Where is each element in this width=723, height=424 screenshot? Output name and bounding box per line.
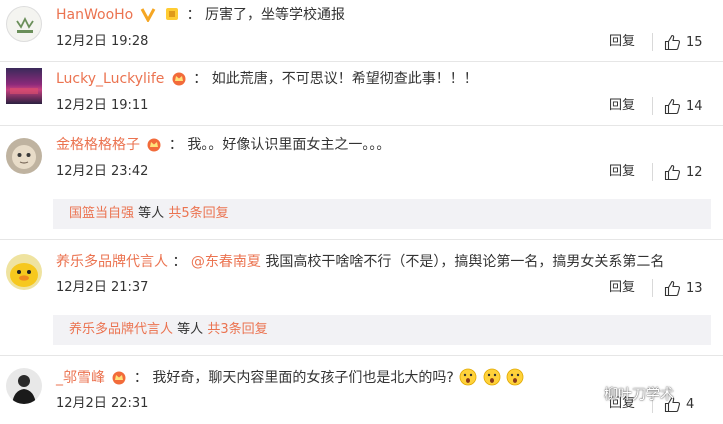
duck-avatar-icon	[10, 263, 38, 287]
watermark: 柳叶刀学术	[580, 384, 674, 404]
reply-button[interactable]: 回复	[609, 280, 635, 296]
divider	[0, 125, 723, 126]
action-separator	[652, 163, 653, 181]
watermark-text: 柳叶刀学术	[604, 387, 674, 403]
like-count: 4	[686, 396, 695, 412]
gold-badge-icon	[166, 8, 179, 20]
username-link[interactable]: 养乐多品牌代言人	[56, 254, 168, 270]
face-avatar-icon	[12, 145, 36, 169]
reply-button[interactable]: 回复	[609, 98, 635, 114]
avatar[interactable]	[6, 68, 42, 104]
comment-header: HanWooHo ： 厉害了，坐等学校通报	[56, 6, 345, 24]
comment-time: 12月2日 22:31	[56, 396, 149, 411]
action-separator	[652, 279, 653, 297]
colon: ：	[133, 370, 148, 386]
comment-header: 养乐多品牌代言人 ： @东春南夏 我国高校干啥啥不行（不是），搞舆论第一名，搞男…	[56, 253, 664, 271]
colon: ：	[168, 137, 183, 153]
comment-header: Lucky_Luckylife ： 如此荒唐，不可思议！希望彻查此事！！！	[56, 70, 478, 88]
like-button[interactable]: 14	[664, 97, 703, 115]
comment-header: 金格格格格子 ： 我。。好像认识里面女主之一。。。	[56, 136, 390, 154]
wechat-icon	[580, 385, 600, 403]
username-link[interactable]: _邬雪峰	[56, 370, 105, 386]
comment-text: 我国高校干啥啥不行（不是），搞舆论第一名，搞男女关系第二名	[265, 254, 665, 270]
avatar[interactable]	[6, 6, 42, 42]
scene-avatar-icon	[10, 88, 38, 94]
thumbs-up-icon	[664, 34, 681, 50]
vip-crown-icon	[172, 72, 186, 86]
thumbs-up-icon	[664, 280, 681, 296]
action-separator	[652, 33, 653, 51]
sub-replies-box[interactable]: 养乐多品牌代言人 等人 共3条回复	[53, 315, 711, 345]
sub-reply-text: 等人	[138, 206, 165, 221]
avatar[interactable]	[6, 138, 42, 174]
colon: ：	[186, 7, 201, 23]
thumbs-up-icon	[664, 98, 681, 114]
username-link[interactable]: Lucky_Luckylife	[56, 71, 164, 87]
sub-reply-count-link[interactable]: 共5条回复	[168, 206, 228, 221]
wow-emoji-icon	[506, 368, 524, 386]
like-button[interactable]: 15	[664, 33, 703, 51]
comment-time: 12月2日 23:42	[56, 164, 149, 179]
comment-text: 厉害了，坐等学校通报	[205, 7, 346, 23]
avatar[interactable]	[6, 254, 42, 290]
sub-reply-count-link[interactable]: 共3条回复	[207, 322, 267, 337]
sub-replies-box[interactable]: 国篮当自强 等人 共5条回复	[53, 199, 711, 229]
like-button[interactable]: 12	[664, 163, 703, 181]
reply-button[interactable]: 回复	[609, 34, 635, 50]
comment-time: 12月2日 19:28	[56, 34, 149, 49]
colon: ：	[193, 71, 208, 87]
like-count: 12	[686, 164, 703, 180]
v-verified-icon	[140, 8, 156, 22]
colon: ：	[172, 254, 187, 270]
divider	[0, 355, 723, 356]
avatar[interactable]	[6, 368, 42, 404]
comment-text: 我。。好像认识里面女主之一。。。	[187, 137, 391, 153]
mention-link[interactable]: @东春南夏	[191, 254, 261, 270]
wow-emoji-icon	[483, 368, 501, 386]
wow-emoji-icon	[459, 368, 477, 386]
vip-crown-icon	[112, 371, 126, 385]
reply-button[interactable]: 回复	[609, 164, 635, 180]
sub-reply-text: 等人	[177, 322, 204, 337]
comment-time: 12月2日 21:37	[56, 280, 149, 295]
logo-avatar-icon	[16, 16, 34, 33]
like-count: 13	[686, 280, 703, 296]
comment-text: 如此荒唐，不可思议！希望彻查此事！！！	[211, 71, 478, 87]
action-separator	[652, 97, 653, 115]
comment-header: _邬雪峰 ： 我好奇，聊天内容里面的女孩子们也是北大的吗?	[56, 368, 524, 387]
comment-text: 我好奇，聊天内容里面的女孩子们也是北大的吗?	[152, 370, 454, 386]
sub-reply-username[interactable]: 国篮当自强	[69, 206, 134, 221]
like-button[interactable]: 13	[664, 279, 703, 297]
divider	[0, 239, 723, 240]
sub-reply-username[interactable]: 养乐多品牌代言人	[69, 322, 173, 337]
username-link[interactable]: HanWooHo	[56, 7, 133, 23]
like-count: 14	[686, 98, 703, 114]
username-link[interactable]: 金格格格格子	[56, 137, 140, 153]
thumbs-up-icon	[664, 164, 681, 180]
vip-crown-icon	[147, 138, 161, 152]
divider	[0, 61, 723, 62]
like-count: 15	[686, 34, 703, 50]
dark-avatar-icon	[12, 375, 36, 404]
comment-time: 12月2日 19:11	[56, 98, 149, 113]
